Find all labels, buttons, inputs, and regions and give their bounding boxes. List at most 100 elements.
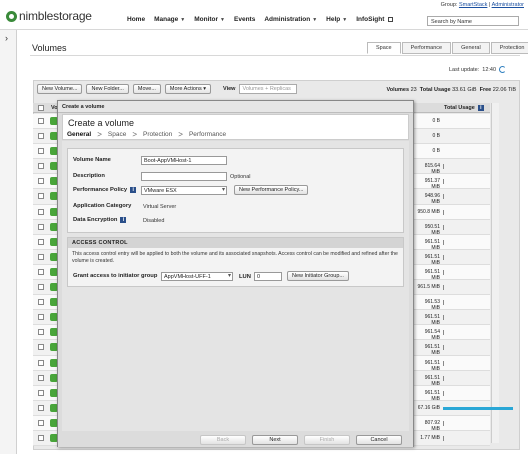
row-checkbox[interactable] <box>38 163 44 170</box>
data-encryption-value: Disabled <box>143 218 165 224</box>
tab-performance[interactable]: Performance <box>401 42 452 54</box>
usage-bar <box>443 315 444 321</box>
dialog-footer: Back Next Finish Cancel <box>58 434 413 447</box>
new-initiator-group-button[interactable]: New Initiator Group... <box>287 271 349 281</box>
usage-bar <box>443 345 444 351</box>
row-checkbox[interactable] <box>38 374 44 381</box>
access-control-description: This access control entry will be applie… <box>72 251 398 264</box>
usage-bar <box>443 285 444 291</box>
row-checkbox[interactable] <box>38 268 44 275</box>
access-control-title: ACCESS CONTROL <box>68 238 403 248</box>
step-general: General <box>67 131 92 138</box>
cancel-button[interactable]: Cancel <box>356 435 402 445</box>
caret-down-icon: ▼ <box>220 16 225 23</box>
usage-bar <box>443 375 444 381</box>
dialog-titlebar[interactable]: Create a volume <box>58 101 413 113</box>
general-form: Volume Name Boot-AppVMHost-1 Description… <box>67 148 404 233</box>
new-volume-button[interactable]: New Volume... <box>37 84 83 94</box>
step-space: Space <box>107 131 127 138</box>
performance-policy-select[interactable]: VMware ESX <box>141 186 227 195</box>
tab-general[interactable]: General <box>452 42 490 54</box>
create-volume-dialog: Create a volume Create a volume General … <box>57 100 414 447</box>
row-checkbox[interactable] <box>38 314 44 321</box>
usage-bar <box>443 179 444 185</box>
description-input[interactable] <box>141 172 227 181</box>
nav-help[interactable]: Help ▼ <box>326 16 347 23</box>
group-name-link[interactable]: SmartStack <box>459 2 487 8</box>
back-button[interactable]: Back <box>200 435 246 445</box>
usage-bar <box>443 300 444 306</box>
usage-bar <box>443 330 444 336</box>
info-icon[interactable]: i <box>120 217 127 223</box>
performance-policy-label: Performance Policy i <box>73 187 137 193</box>
row-checkbox[interactable] <box>38 434 44 441</box>
application-category-value: Virtual Server <box>143 204 177 210</box>
info-icon[interactable]: i <box>130 187 137 193</box>
usage-bar <box>443 406 513 410</box>
user-link[interactable]: Administrator <box>492 2 524 8</box>
volume-name-label: Volume Name <box>73 157 111 163</box>
usage-bar <box>443 164 444 170</box>
row-checkbox[interactable] <box>38 329 44 336</box>
data-encryption-label: Data Encryption i <box>73 217 127 223</box>
description-label: Description <box>73 173 105 179</box>
caret-down-icon: ▼ <box>342 16 348 23</box>
row-checkbox[interactable] <box>38 223 44 230</box>
move-button[interactable]: Move... <box>132 84 161 94</box>
tab-space[interactable]: Space <box>367 42 401 54</box>
nav-infosight[interactable]: InfoSight <box>356 16 394 23</box>
nav-events[interactable]: Events <box>234 16 255 23</box>
volume-name-input[interactable]: Boot-AppVMHost-1 <box>141 156 227 165</box>
row-checkbox[interactable] <box>38 404 44 411</box>
new-folder-button[interactable]: New Folder... <box>86 84 129 94</box>
refresh-icon[interactable] <box>499 66 507 73</box>
row-total-usage: 0 B <box>432 148 440 155</box>
finish-button[interactable]: Finish <box>304 435 350 445</box>
column-total-usage[interactable]: Total Usage i <box>444 105 484 111</box>
brand-logo[interactable]: nimblestorage <box>6 9 92 23</box>
application-category-label: Application Category <box>73 203 132 209</box>
more-actions-button[interactable]: More Actions ▾ <box>164 84 212 94</box>
search-input[interactable]: Search by Name <box>427 16 519 26</box>
usage-bar <box>443 209 444 215</box>
main-nav: Home Manage ▼ Monitor ▼ Events Administrat… <box>127 16 394 23</box>
row-checkbox[interactable] <box>38 178 44 185</box>
volume-stats: Volumes 23 Total Usage 33.61 GiB Free 22… <box>386 87 516 93</box>
new-performance-policy-button[interactable]: New Performance Policy... <box>234 185 309 195</box>
row-checkbox[interactable] <box>38 284 44 291</box>
next-button[interactable]: Next <box>252 435 298 445</box>
select-all-checkbox[interactable] <box>38 105 44 111</box>
nav-administration[interactable]: Administration ▼ <box>264 16 317 23</box>
row-checkbox[interactable] <box>38 148 44 155</box>
usage-bar <box>443 420 444 426</box>
row-checkbox[interactable] <box>38 419 44 426</box>
row-checkbox[interactable] <box>38 359 44 366</box>
usage-bar <box>443 239 444 245</box>
lun-input[interactable]: 0 <box>254 272 282 281</box>
wizard-steps: General > Space > Protection > Performan… <box>67 130 226 139</box>
tab-protection[interactable]: Protection <box>490 42 528 54</box>
nav-home[interactable]: Home <box>127 16 145 23</box>
row-checkbox[interactable] <box>38 299 44 306</box>
row-total-usage: 1.77 MiB <box>420 434 440 441</box>
row-checkbox[interactable] <box>38 208 44 215</box>
dialog-header: Create a volume General > Space > Protec… <box>62 114 409 140</box>
view-select[interactable]: Volumes + Replicas <box>239 84 298 94</box>
nav-manage[interactable]: Manage ▼ <box>154 16 185 23</box>
row-checkbox[interactable] <box>38 238 44 245</box>
row-checkbox[interactable] <box>38 133 44 140</box>
table-scrollbar[interactable] <box>491 103 499 443</box>
description-hint: Optional <box>230 174 251 180</box>
row-checkbox[interactable] <box>38 389 44 396</box>
usage-bar <box>443 254 444 260</box>
row-checkbox[interactable] <box>38 253 44 260</box>
info-icon[interactable]: i <box>477 105 484 111</box>
initiator-group-select[interactable]: AppVMHost-UFF-1 <box>161 272 233 281</box>
row-checkbox[interactable] <box>38 193 44 200</box>
side-panel-toggle[interactable]: › <box>0 30 17 454</box>
row-checkbox[interactable] <box>38 344 44 351</box>
nav-monitor[interactable]: Monitor ▼ <box>194 16 225 23</box>
caret-down-icon: ▼ <box>312 16 318 23</box>
chevron-right-icon: › <box>5 33 8 43</box>
row-checkbox[interactable] <box>38 118 44 124</box>
